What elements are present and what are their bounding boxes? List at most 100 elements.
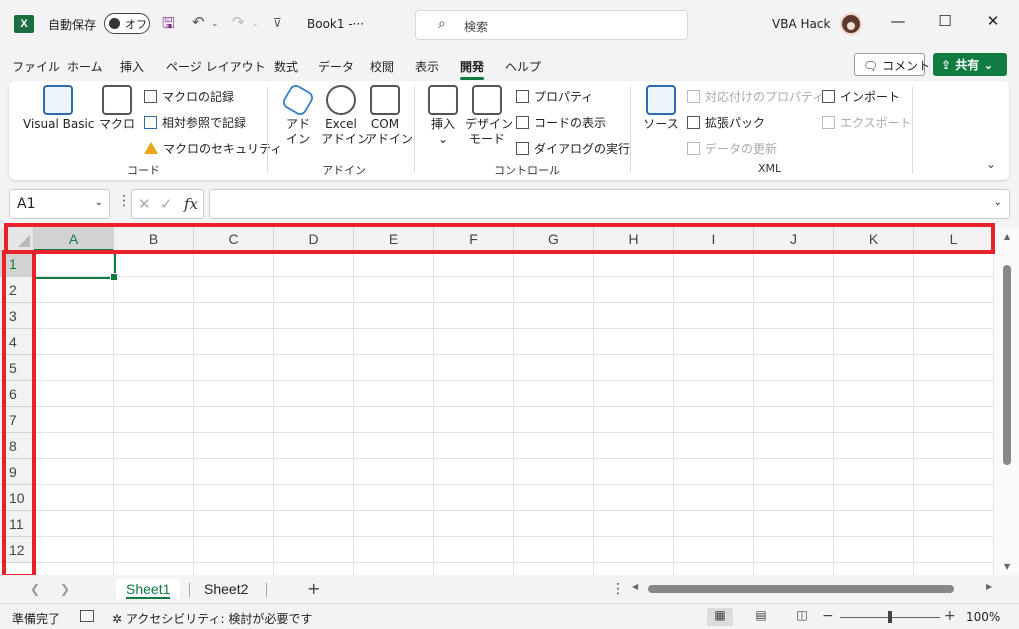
tab-developer[interactable]: 開発 [460,58,485,80]
page-layout-view-icon[interactable]: ▤ [748,608,774,626]
collapse-ribbon-icon[interactable]: ⌄ [986,157,996,171]
vertical-scrollbar[interactable]: ▲ ▼ [996,227,1019,575]
properties-label: プロパティ [534,90,594,104]
run-dialog-button[interactable]: ダイアログの実行 [516,140,630,157]
macro-security-button[interactable]: マクロのセキュリティ [144,140,282,157]
chevron-down-icon[interactable]: ⌄ [994,197,1002,208]
chevron-left-icon[interactable]: ❮ [30,582,40,596]
row-header-highlight [2,250,36,578]
gear-icon [326,85,356,115]
tab-review[interactable]: 校閲 [370,58,394,75]
design-mode-button[interactable]: デザイン モード [465,85,513,147]
excel-addins-button[interactable]: Excel アドイン [321,85,369,147]
addins-button[interactable]: アド イン [280,82,316,147]
tab-file[interactable]: ファイル [12,58,60,75]
avatar[interactable] [840,13,862,35]
design-mode-label-1: デザイン [465,117,514,131]
add-sheet-icon[interactable]: + [307,579,320,598]
enter-icon[interactable]: ✓ [160,195,173,213]
macro-recording-icon[interactable] [80,610,94,622]
tab-page-layout[interactable]: ページ レイアウト [166,58,266,75]
xml-source-button[interactable]: ソース [641,85,681,132]
undo-dropdown-icon[interactable]: ⌄ [211,19,219,29]
name-box[interactable]: A1 ⌄ [9,189,110,219]
comment-button[interactable]: 🗨 コメント [854,53,930,76]
page-break-view-icon[interactable]: ◫ [789,608,815,626]
xml-import-icon [822,90,835,103]
refresh-data-button[interactable]: データの更新 [687,140,777,157]
sheet-tab[interactable]: Sheet2 [194,579,258,599]
scroll-up-icon[interactable]: ▲ [1004,232,1010,241]
autosave-toggle[interactable]: オフ [104,13,150,34]
addins-icon [280,82,316,118]
maximize-icon[interactable]: ☐ [930,12,960,30]
scroll-down-icon[interactable]: ▼ [1004,562,1010,571]
scroll-thumb[interactable] [1003,265,1011,465]
tab-formulas[interactable]: 数式 [274,58,298,75]
formula-input[interactable]: ⌄ [209,189,1010,219]
macros-button[interactable]: マクロ [99,85,135,132]
relative-reference-label: 相対参照で記録 [162,116,247,130]
chevron-down-icon[interactable]: ⌄ [95,197,103,208]
refresh-data-label: データの更新 [705,142,778,156]
scroll-thumb[interactable] [648,585,954,593]
expansion-packs-button[interactable]: 拡張パック [687,114,765,131]
save-icon[interactable]: 🖫 [162,13,175,38]
tab-help[interactable]: ヘルプ [505,58,541,75]
minimize-icon[interactable]: — [883,12,913,30]
insert-control-button[interactable]: 挿入 ⌄ [425,85,461,147]
tab-data[interactable]: データ [318,58,354,75]
scroll-right-icon[interactable]: ▶ [986,582,992,591]
cell-area[interactable] [34,251,994,575]
record-macro-button[interactable]: マクロの記録 [144,88,234,105]
search-box[interactable]: ⌕ 検索 [415,10,688,40]
normal-view-icon[interactable]: ▦ [707,608,733,626]
close-icon[interactable]: ✕ [978,12,1008,30]
relative-reference-button[interactable]: 相対参照で記録 [144,114,246,131]
zoom-out-icon[interactable]: − [822,608,834,624]
active-cell[interactable] [34,251,118,281]
sheet-tab[interactable]: Sheet1 [116,579,181,599]
undo-icon[interactable]: ↶ [192,13,205,31]
redo-dropdown-icon[interactable]: ⌄ [251,19,259,29]
tab-home[interactable]: ホーム [67,58,103,75]
xml-export-button[interactable]: エクスポート [822,114,912,131]
map-properties-button[interactable]: 対応付けのプロパティ [687,88,824,105]
group-separator [267,87,268,173]
more-icon[interactable]: ⋮ [611,581,625,597]
excel-logo-icon: X [14,15,34,33]
horizontal-scrollbar[interactable]: ◀ ▶ [630,582,997,595]
xml-import-button[interactable]: インポート [822,88,900,105]
tab-view[interactable]: 表示 [415,58,439,75]
toolbox-icon [428,85,458,115]
zoom-level[interactable]: 100% [966,610,1000,624]
share-button[interactable]: ⇪ 共有 ⌄ [933,53,1007,76]
com-addins-label-1: COM [370,117,400,131]
tab-separator [189,583,190,597]
view-code-button[interactable]: コードの表示 [516,114,606,131]
customize-qat-icon[interactable]: ⊽ [273,16,282,30]
tab-insert[interactable]: 挿入 [120,58,144,75]
design-mode-label-2: モード [468,132,505,146]
cancel-icon[interactable]: ✕ [138,195,151,213]
chevron-right-icon[interactable]: ❯ [60,582,70,596]
macros-icon [102,85,132,115]
run-dialog-icon [516,142,529,155]
zoom-in-icon[interactable]: + [944,608,956,624]
autosave-state: オフ [125,18,147,31]
toggle-knob [109,18,120,29]
visual-basic-button[interactable]: Visual Basic [23,85,94,132]
document-title[interactable]: Book1 -··· [307,17,364,31]
properties-icon [516,90,529,103]
more-icon[interactable]: ⋮ [117,193,131,209]
autosave-label: 自動保存 [48,18,97,32]
insert-function-icon[interactable]: fx [184,195,198,213]
accessibility-status[interactable]: ✲ アクセシビリティ: 検討が必要です [112,610,312,627]
com-addins-button[interactable]: COM アドイン [365,85,413,147]
user-name[interactable]: VBA Hack [772,17,830,31]
search-placeholder: 検索 [464,20,489,34]
scroll-left-icon[interactable]: ◀ [632,582,638,591]
zoom-slider-thumb[interactable] [888,611,892,623]
properties-button[interactable]: プロパティ [516,88,593,105]
redo-icon[interactable]: ↷ [232,13,245,31]
